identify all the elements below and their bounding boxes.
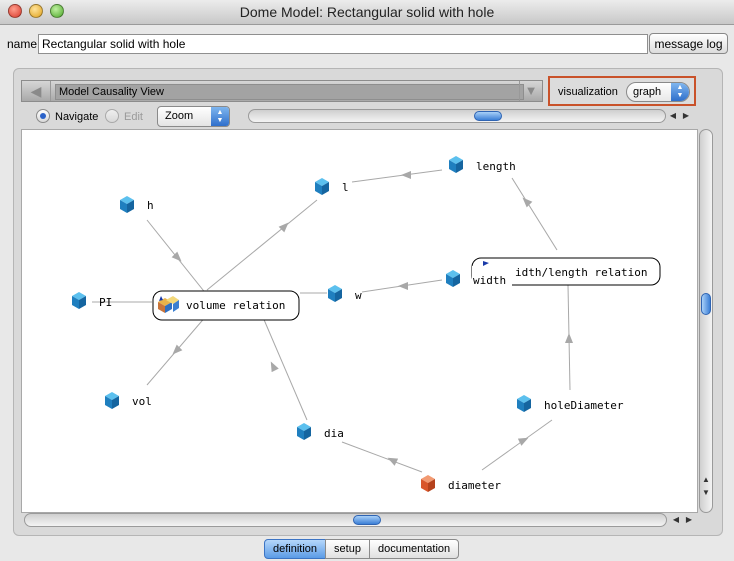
edge-holediameter-relation <box>567 284 571 391</box>
visualization-panel: visualization graph ▲ ▼ <box>548 76 696 106</box>
parameter-cube-icon <box>105 392 119 409</box>
node-label: dia <box>324 427 344 440</box>
node-label: h <box>147 199 154 212</box>
top-horizontal-scrollbar[interactable] <box>248 109 666 123</box>
parameter-cube-icon <box>72 292 86 309</box>
parameter-cube-icon <box>517 395 531 412</box>
edge-w-width <box>361 279 443 293</box>
node-vol[interactable]: vol <box>105 392 152 409</box>
graph-toolbar: Navigate Edit Zoom ▲ ▼ ◀ ▶ <box>21 106 711 128</box>
visualization-label: visualization <box>558 86 618 98</box>
node-label: length <box>476 160 516 173</box>
edge-length-relation <box>511 177 558 251</box>
visualization-select[interactable]: graph ▲ ▼ <box>626 82 690 102</box>
node-length[interactable]: length <box>449 156 516 173</box>
parameter-cube-icon <box>120 196 134 213</box>
bottom-horizontal-scrollbar[interactable] <box>24 513 667 527</box>
message-log-button[interactable]: message log <box>649 33 728 54</box>
output-cube-icon <box>421 475 435 492</box>
zoom-select[interactable]: Zoom ▲ ▼ <box>157 106 230 127</box>
tab-setup[interactable]: setup <box>325 539 370 559</box>
view-selector-bar: ◀ Model Causality View ▼ <box>21 80 543 102</box>
parameter-cube-icon <box>328 285 342 302</box>
scroll-right-arrow-icon[interactable]: ▶ <box>680 109 692 123</box>
parameter-cube-icon <box>449 156 463 173</box>
node-label: diameter <box>448 479 501 492</box>
scroll-up-arrow-icon[interactable]: ▲ <box>700 474 712 486</box>
node-h[interactable]: h <box>120 196 154 213</box>
navigate-label: Navigate <box>55 111 99 123</box>
node-label: volume relation <box>186 299 285 312</box>
node-l[interactable]: l <box>315 178 349 195</box>
name-input[interactable] <box>38 34 648 54</box>
window-title: Dome Model: Rectangular solid with hole <box>239 4 495 20</box>
node-label: PI <box>99 296 112 309</box>
tab-documentation[interactable]: documentation <box>368 539 460 559</box>
scroll-down-arrow-icon[interactable]: ▼ <box>700 487 712 499</box>
zoom-selected-value: Zoom <box>165 110 194 122</box>
edge-dia-diameter <box>341 441 423 473</box>
bottom-tabs: definition setup documentation <box>264 539 460 559</box>
name-label: name: <box>7 37 41 51</box>
scroll-left-arrow-icon[interactable]: ◀ <box>670 513 682 527</box>
scroll-right-arrow-icon[interactable]: ▶ <box>683 513 695 527</box>
edge-diameter-holediameter <box>481 419 553 471</box>
causality-graph-canvas[interactable]: h PI vol l length w holeDiameter dia dia… <box>21 129 698 513</box>
node-diameter[interactable]: diameter <box>421 475 501 492</box>
scroll-thumb[interactable] <box>353 515 381 525</box>
edge-volume-l <box>206 199 318 291</box>
down-triangle-icon[interactable]: ▼ <box>519 81 542 101</box>
parameter-cube-icon <box>297 423 311 440</box>
node-w[interactable]: w <box>328 285 362 302</box>
visualization-selected-value: graph <box>633 86 662 98</box>
scroll-thumb[interactable] <box>701 293 711 315</box>
node-holediameter[interactable]: holeDiameter <box>517 395 624 412</box>
navigate-radio[interactable] <box>36 109 50 123</box>
node-label: width <box>473 274 506 287</box>
up-down-arrows-icon: ▲ ▼ <box>671 83 689 101</box>
node-label: l <box>342 181 349 194</box>
causality-graph: h PI vol l length w holeDiameter dia dia… <box>72 156 661 492</box>
edit-label: Edit <box>124 111 143 123</box>
node-dia[interactable]: dia <box>297 423 344 440</box>
up-down-arrows-icon: ▲ ▼ <box>211 107 229 126</box>
node-label: holeDiameter <box>544 399 624 412</box>
edge-l-length <box>351 169 443 183</box>
scroll-thumb[interactable] <box>474 111 502 121</box>
scroll-left-arrow-icon[interactable]: ◀ <box>667 109 679 123</box>
node-volume-relation[interactable]: volume relation <box>152 290 300 321</box>
node-pi[interactable]: PI <box>72 292 112 309</box>
node-label: idth/length relation <box>515 266 647 279</box>
left-arrow-icon[interactable]: ◀ <box>22 81 51 101</box>
node-label: w <box>355 289 362 302</box>
title-bar: Dome Model: Rectangular solid with hole <box>0 0 734 25</box>
tab-definition[interactable]: definition <box>264 539 327 559</box>
parameter-cube-icon <box>446 270 460 287</box>
view-name-field[interactable]: Model Causality View <box>55 84 524 100</box>
node-label: vol <box>132 395 152 408</box>
edit-radio[interactable] <box>105 109 119 123</box>
vertical-scrollbar[interactable]: ▲ ▼ <box>699 129 713 513</box>
edge-volume-dia <box>261 314 308 421</box>
parameter-cube-icon <box>315 178 329 195</box>
